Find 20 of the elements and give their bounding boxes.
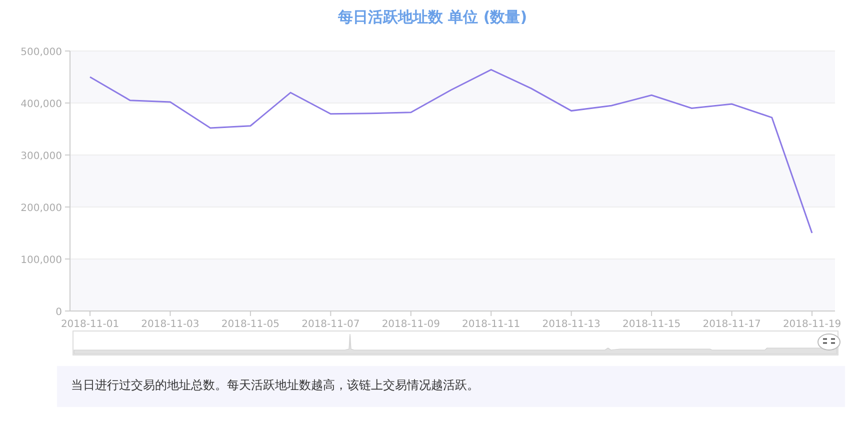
x-tick-label: 2018-11-11 xyxy=(462,319,520,330)
x-tick-label: 2018-11-05 xyxy=(221,319,280,330)
x-tick-label: 2018-11-09 xyxy=(382,319,440,330)
y-tick-label: 400,000 xyxy=(20,99,62,110)
y-tick-label: 0 xyxy=(56,307,62,318)
x-tick-label: 2018-11-01 xyxy=(60,319,120,330)
range-slider[interactable] xyxy=(72,330,838,356)
x-tick-label: 2018-11-19 xyxy=(782,319,842,330)
x-tick-label: 2018-11-07 xyxy=(302,319,360,330)
x-tick-label: 2018-11-13 xyxy=(542,319,600,330)
y-tick-label: 100,000 xyxy=(20,255,62,266)
y-tick-label: 200,000 xyxy=(20,203,62,214)
slider-handle-icon[interactable] xyxy=(818,334,840,350)
description-text: 当日进行过交易的地址总数。每天活跃地址数越高，该链上交易情况越活跃。 xyxy=(57,366,845,407)
y-tick-label: 300,000 xyxy=(20,151,62,162)
y-tick-label: 500,000 xyxy=(20,47,62,58)
x-tick-label: 2018-11-03 xyxy=(141,319,200,330)
chart-title: 每日活跃地址数 单位 (数量) xyxy=(338,7,528,28)
x-tick-label: 2018-11-17 xyxy=(702,319,761,330)
x-tick-label: 2018-11-15 xyxy=(622,319,681,330)
